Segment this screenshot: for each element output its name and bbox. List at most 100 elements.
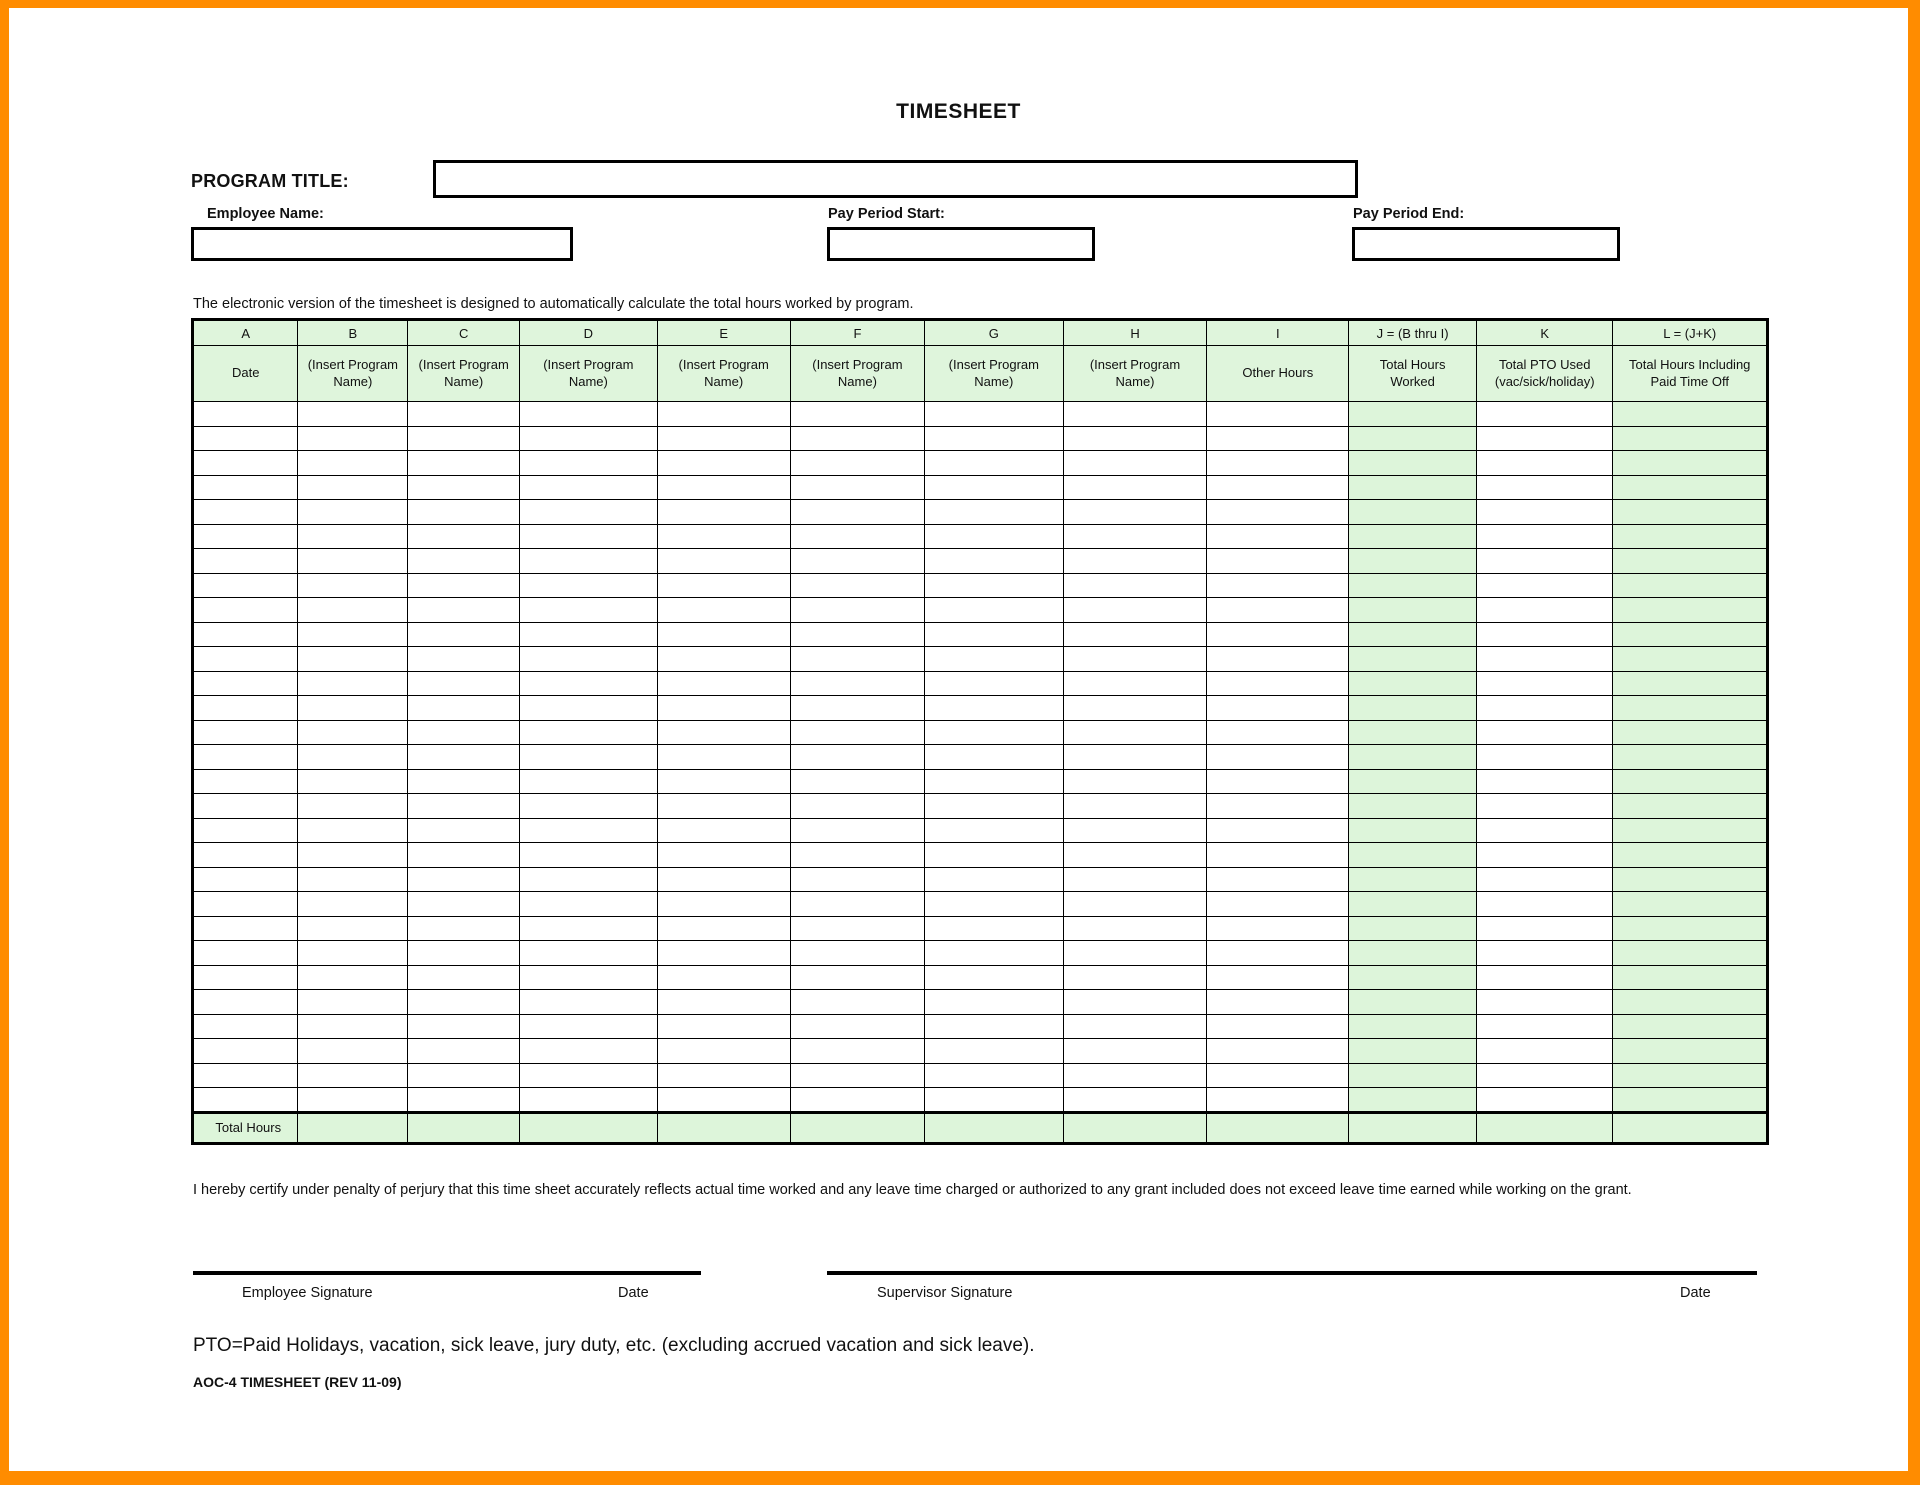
entry-cell[interactable] [1206, 989, 1350, 1015]
entry-cell[interactable] [924, 940, 1064, 966]
entry-cell[interactable] [789, 940, 926, 966]
entry-cell[interactable] [656, 866, 791, 892]
entry-cell[interactable] [1062, 450, 1208, 476]
entry-cell[interactable] [191, 768, 299, 794]
entry-cell[interactable] [656, 744, 791, 770]
entry-cell[interactable] [1206, 1038, 1350, 1064]
entry-cell[interactable] [656, 915, 791, 941]
entry-cell[interactable] [789, 744, 926, 770]
entry-cell[interactable] [789, 866, 926, 892]
entry-cell[interactable] [1062, 940, 1208, 966]
entry-cell[interactable] [519, 842, 658, 868]
entry-cell[interactable] [656, 450, 791, 476]
entry-cell[interactable] [1206, 450, 1350, 476]
entry-cell[interactable] [656, 1038, 791, 1064]
entry-cell[interactable] [407, 474, 521, 500]
entry-cell[interactable] [1062, 768, 1208, 794]
entry-cell[interactable] [924, 670, 1064, 696]
entry-cell[interactable] [1476, 450, 1614, 476]
entry-cell[interactable] [924, 891, 1064, 917]
entry-cell[interactable] [407, 401, 521, 427]
entry-cell[interactable] [1206, 817, 1350, 843]
entry-cell[interactable] [1476, 401, 1614, 427]
entry-cell[interactable] [924, 817, 1064, 843]
entry-cell[interactable] [407, 548, 521, 574]
entry-cell[interactable] [1476, 1087, 1614, 1113]
entry-cell[interactable] [191, 1038, 299, 1064]
entry-cell[interactable] [519, 425, 658, 451]
entry-cell[interactable] [789, 597, 926, 623]
entry-cell[interactable] [1476, 940, 1614, 966]
entry-cell[interactable] [789, 1087, 926, 1113]
entry-cell[interactable] [191, 450, 299, 476]
entry-cell[interactable] [1206, 425, 1350, 451]
entry-cell[interactable] [1476, 670, 1614, 696]
entry-cell[interactable] [191, 891, 299, 917]
entry-cell[interactable] [297, 474, 409, 500]
entry-cell[interactable] [407, 572, 521, 598]
entry-cell[interactable] [191, 695, 299, 721]
entry-cell[interactable] [297, 523, 409, 549]
entry-cell[interactable] [407, 866, 521, 892]
entry-cell[interactable] [924, 401, 1064, 427]
entry-cell[interactable] [407, 499, 521, 525]
entry-cell[interactable] [1476, 646, 1614, 672]
entry-cell[interactable] [519, 499, 658, 525]
entry-cell[interactable] [407, 744, 521, 770]
entry-cell[interactable] [1476, 891, 1614, 917]
entry-cell[interactable] [656, 425, 791, 451]
entry-cell[interactable] [789, 450, 926, 476]
entry-cell[interactable] [1476, 793, 1614, 819]
entry-cell[interactable] [297, 425, 409, 451]
entry-cell[interactable] [407, 1038, 521, 1064]
entry-cell[interactable] [297, 915, 409, 941]
entry-cell[interactable] [1206, 1062, 1350, 1088]
entry-cell[interactable] [656, 499, 791, 525]
entry-cell[interactable] [924, 425, 1064, 451]
entry-cell[interactable] [519, 621, 658, 647]
entry-cell[interactable] [297, 744, 409, 770]
entry-cell[interactable] [191, 425, 299, 451]
entry-cell[interactable] [924, 1013, 1064, 1039]
entry-cell[interactable] [656, 670, 791, 696]
entry-cell[interactable] [924, 695, 1064, 721]
entry-cell[interactable] [297, 499, 409, 525]
entry-cell[interactable] [297, 842, 409, 868]
entry-cell[interactable] [789, 964, 926, 990]
entry-cell[interactable] [191, 548, 299, 574]
entry-cell[interactable] [1062, 499, 1208, 525]
entry-cell[interactable] [1476, 597, 1614, 623]
entry-cell[interactable] [1206, 964, 1350, 990]
employee-signature-line[interactable] [193, 1271, 701, 1275]
entry-cell[interactable] [407, 1087, 521, 1113]
entry-cell[interactable] [407, 523, 521, 549]
entry-cell[interactable] [297, 548, 409, 574]
entry-cell[interactable] [191, 964, 299, 990]
entry-cell[interactable] [924, 866, 1064, 892]
entry-cell[interactable] [1062, 964, 1208, 990]
entry-cell[interactable] [297, 866, 409, 892]
entry-cell[interactable] [1062, 572, 1208, 598]
entry-cell[interactable] [297, 964, 409, 990]
entry-cell[interactable] [924, 768, 1064, 794]
entry-cell[interactable] [924, 499, 1064, 525]
entry-cell[interactable] [191, 1062, 299, 1088]
entry-cell[interactable] [407, 1013, 521, 1039]
entry-cell[interactable] [297, 1062, 409, 1088]
entry-cell[interactable] [1476, 499, 1614, 525]
entry-cell[interactable] [1206, 670, 1350, 696]
entry-cell[interactable] [1206, 621, 1350, 647]
entry-cell[interactable] [519, 646, 658, 672]
entry-cell[interactable] [1476, 744, 1614, 770]
entry-cell[interactable] [789, 425, 926, 451]
entry-cell[interactable] [924, 646, 1064, 672]
entry-cell[interactable] [789, 523, 926, 549]
entry-cell[interactable] [297, 891, 409, 917]
entry-cell[interactable] [407, 964, 521, 990]
entry-cell[interactable] [519, 1087, 658, 1113]
entry-cell[interactable] [1062, 401, 1208, 427]
entry-cell[interactable] [1062, 793, 1208, 819]
entry-cell[interactable] [1476, 915, 1614, 941]
entry-cell[interactable] [656, 572, 791, 598]
entry-cell[interactable] [789, 621, 926, 647]
